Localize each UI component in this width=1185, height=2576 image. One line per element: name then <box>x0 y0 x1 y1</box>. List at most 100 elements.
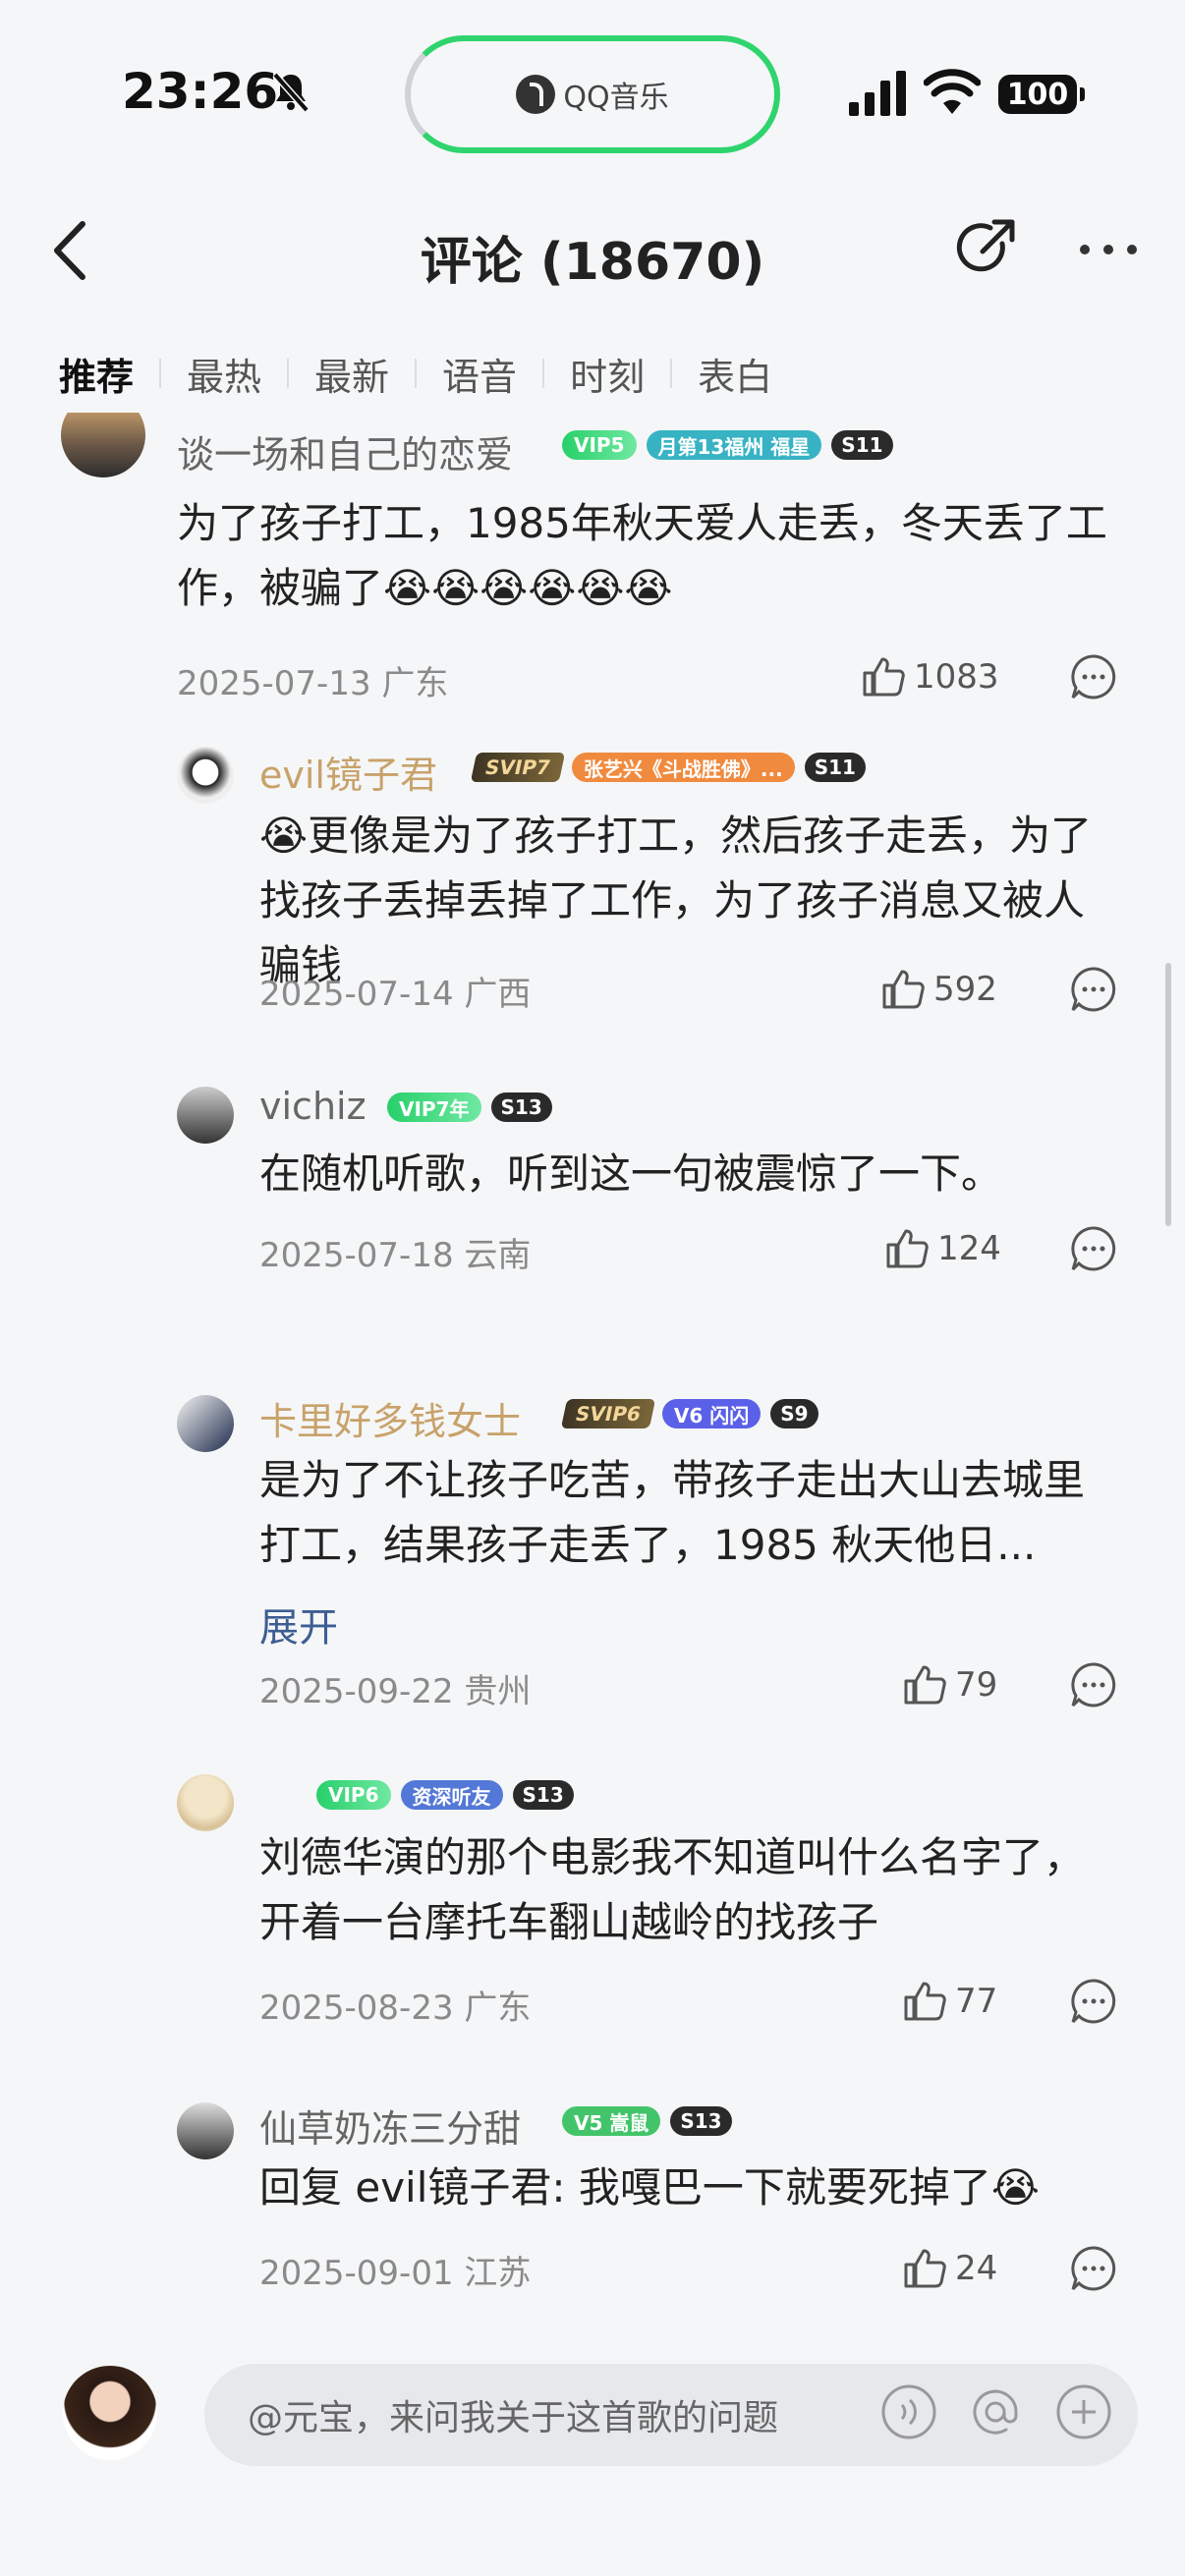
expand-link[interactable]: 展开 <box>259 1596 338 1652</box>
senior-listener-badge[interactable]: 资深听友 <box>400 1780 503 1810</box>
scrollbar[interactable] <box>1165 963 1171 1226</box>
comment-text: 为了孩子打工，1985年秋天爱人走丢，冬天丢了工作，被骗了😭😭😭😭😭😭 <box>177 491 1120 621</box>
user-badges: VIP7年 S13 <box>387 1092 552 1122</box>
header-bar: 评论 (18670) <box>0 196 1185 305</box>
level-v6-badge[interactable]: V6 闪闪 <box>661 1399 762 1428</box>
comment-date-location: 2025-08-23 广东 <box>259 1988 532 2028</box>
level-v5-badge[interactable]: V5 嵩鼠 <box>562 2106 661 2136</box>
comment-item: 谈一场和自己的恋爱 VIP5 月第13福州 福星 S11 为了孩子打工，1985… <box>0 413 1185 737</box>
level-badge[interactable]: S9 <box>770 1399 818 1428</box>
avatar[interactable] <box>61 413 145 477</box>
wifi-icon <box>924 69 981 114</box>
bell-muted-icon <box>272 72 310 113</box>
like-button[interactable]: 592 <box>880 965 997 1014</box>
cellular-signal-icon <box>849 71 906 116</box>
tab-divider <box>159 359 162 388</box>
tab-confession[interactable]: 表白 <box>698 347 772 401</box>
more-options-icon[interactable] <box>1077 240 1140 259</box>
username[interactable]: 卡里好多钱女士 <box>259 1391 521 1445</box>
username[interactable]: vichiz <box>259 1085 367 1128</box>
tab-divider <box>415 359 418 388</box>
tab-hottest[interactable]: 最热 <box>187 347 261 401</box>
username[interactable]: 仙草奶冻三分甜 <box>259 2099 521 2153</box>
comment-text: 在随机听歌，听到这一句被震惊了一下。 <box>259 1142 1124 1206</box>
comment-item: evil镜子君 SVIP7 张艺兴《斗战胜佛》... S11 😭更像是为了孩子打… <box>0 737 1185 1032</box>
user-badges: SVIP7 张艺兴《斗战胜佛》... S11 <box>470 753 866 782</box>
reply-bubble-icon[interactable] <box>1069 2244 1118 2293</box>
tab-newest[interactable]: 最新 <box>314 347 389 401</box>
reply-bubble-icon[interactable] <box>1069 1977 1118 2026</box>
user-badges: VIP5 月第13福州 福星 S11 <box>562 430 893 460</box>
like-count: 124 <box>937 1229 1001 1268</box>
level-badge[interactable]: S11 <box>804 753 866 782</box>
battery-level: 100 <box>1006 77 1069 112</box>
crying-emoji: 😭 <box>990 2163 1040 2212</box>
now-playing-pill[interactable]: QQ音乐 <box>405 35 780 153</box>
comment-date-location: 2025-09-22 贵州 <box>259 1672 532 1711</box>
like-button[interactable]: 24 <box>902 2244 997 2293</box>
username[interactable]: evil镜子君 <box>259 745 437 799</box>
comment-text: 回复 evil镜子君: 我嘎巴一下就要死掉了😭 <box>259 2156 1124 2220</box>
fan-badge[interactable]: 月第13福州 福星 <box>646 430 822 460</box>
comment-text: 刘德华演的那个电影我不知道叫什么名字了，开着一台摩托车翻山越岭的找孩子 <box>259 1825 1124 1955</box>
comment-text-content: 刘德华演的那个电影我不知道叫什么名字了，开着一台摩托车翻山越岭的找孩子 <box>259 1833 1086 1946</box>
like-button[interactable]: 124 <box>884 1224 1001 1273</box>
like-button[interactable]: 1083 <box>861 652 999 701</box>
reply-bubble-icon[interactable] <box>1069 1224 1118 1273</box>
tab-divider <box>670 359 673 388</box>
reply-bubble-icon[interactable] <box>1069 652 1118 701</box>
crying-emoji: 😭😭😭😭😭😭 <box>383 564 673 612</box>
comment-item: 仙草奶冻三分甜 V5 嵩鼠 S13 回复 evil镜子君: 我嘎巴一下就要死掉了… <box>0 2102 1185 2309</box>
vip-badge[interactable]: VIP6 <box>316 1780 391 1810</box>
avatar[interactable] <box>177 1087 234 1144</box>
status-time: 23:26 <box>122 63 279 120</box>
comment-list: 谈一场和自己的恋爱 VIP5 月第13福州 福星 S11 为了孩子打工，1985… <box>0 413 1185 2309</box>
reply-bubble-icon[interactable] <box>1069 1660 1118 1709</box>
level-badge[interactable]: S13 <box>670 2106 732 2136</box>
tab-divider <box>542 359 545 388</box>
qq-music-logo-icon <box>516 75 556 114</box>
like-button[interactable]: 79 <box>902 1660 997 1709</box>
thumbs-up-icon <box>904 1665 946 1705</box>
thumbs-up-icon <box>886 1229 929 1268</box>
level-badge[interactable]: S13 <box>512 1780 574 1810</box>
svip-badge[interactable]: SVIP6 <box>560 1399 656 1428</box>
pill-label: QQ音乐 <box>563 81 669 115</box>
crying-emoji: 😭 <box>259 812 309 860</box>
voice-input-icon[interactable] <box>880 2383 937 2440</box>
add-icon[interactable] <box>1055 2383 1112 2440</box>
comment-text-content: 在随机听歌，听到这一句被震惊了一下。 <box>259 1149 1003 1198</box>
comment-filter-tabs: 推荐 最热 最新 语音 时刻 表白 <box>59 344 772 403</box>
my-avatar[interactable] <box>63 2366 157 2460</box>
avatar[interactable] <box>177 2102 234 2159</box>
thumbs-up-icon <box>863 657 905 697</box>
tab-voice[interactable]: 语音 <box>442 347 517 401</box>
share-icon[interactable] <box>951 214 1020 283</box>
like-count: 77 <box>955 1982 998 2021</box>
level-badge[interactable]: S11 <box>831 430 893 460</box>
like-count: 79 <box>955 1665 998 1705</box>
vip-badge[interactable]: VIP7年 <box>387 1092 481 1122</box>
avatar[interactable] <box>177 747 234 804</box>
comment-date-location: 2025-07-13 广东 <box>177 664 449 703</box>
tab-recommended[interactable]: 推荐 <box>59 347 134 401</box>
input-placeholder: @元宝，来问我关于这首歌的问题 <box>248 2398 779 2438</box>
reply-bubble-icon[interactable] <box>1069 965 1118 1014</box>
vip-badge[interactable]: VIP5 <box>562 430 637 460</box>
avatar[interactable] <box>177 1395 234 1452</box>
user-badges: VIP6 资深听友 S13 <box>316 1780 574 1810</box>
username[interactable]: 谈一场和自己的恋爱 <box>177 424 513 478</box>
thumbs-up-icon <box>882 970 925 1009</box>
comment-date-location: 2025-09-01 江苏 <box>259 2254 532 2293</box>
user-badges: SVIP6 V6 闪闪 S9 <box>560 1399 818 1428</box>
level-badge[interactable]: S13 <box>490 1092 552 1122</box>
comment-text-content: 是为了不让孩子吃苦，带孩子走出大山去城里打工，结果孩子走丢了，1985 秋天他日… <box>259 1456 1086 1569</box>
avatar[interactable] <box>177 1774 234 1831</box>
tab-moments[interactable]: 时刻 <box>570 347 645 401</box>
star-badge[interactable]: 张艺兴《斗战胜佛》... <box>571 753 795 782</box>
mention-icon[interactable] <box>967 2383 1024 2440</box>
battery-indicator: 100 <box>998 75 1085 114</box>
like-button[interactable]: 77 <box>902 1977 997 2026</box>
comment-item: vichiz VIP7年 S13 在随机听歌，听到这一句被震惊了一下。 2025… <box>0 1085 1185 1366</box>
svip-badge[interactable]: SVIP7 <box>470 753 566 782</box>
